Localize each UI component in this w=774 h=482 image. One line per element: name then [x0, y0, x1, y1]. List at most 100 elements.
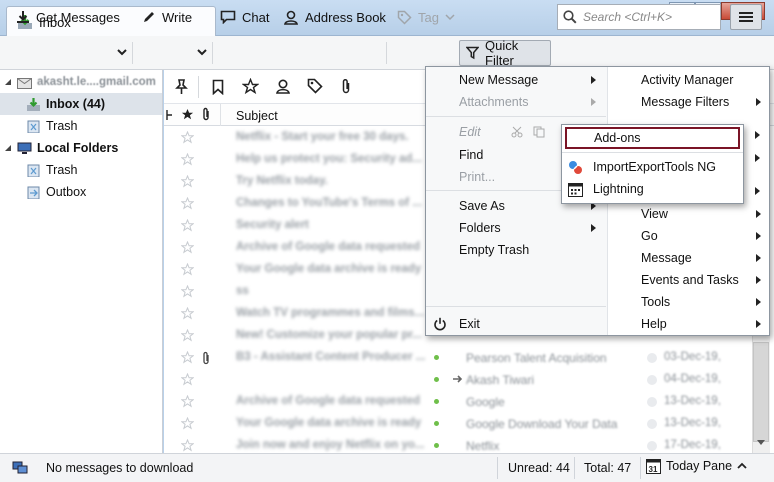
star-icon[interactable] [181, 395, 194, 408]
menu-go[interactable]: Go [608, 225, 768, 247]
write-dropdown[interactable] [196, 44, 208, 60]
inbox-icon [26, 97, 41, 111]
tag-button[interactable]: Tag [391, 4, 461, 30]
folder-trash[interactable]: Trash [0, 115, 162, 137]
table-row[interactable]: Akash Tiwari 04-Dec-19, [164, 369, 764, 391]
star-icon[interactable] [181, 131, 194, 144]
read-status-dot-icon[interactable] [647, 397, 657, 407]
menu-separator [426, 306, 606, 307]
menu-message[interactable]: Message [608, 247, 768, 269]
star-icon[interactable] [181, 307, 194, 320]
save-as-label: Save As [459, 199, 505, 213]
menu-events-tasks[interactable]: Events and Tasks [608, 269, 768, 291]
menu-hidden-item-arrow[interactable] [745, 147, 767, 169]
lightning-label: Lightning [593, 182, 644, 196]
submenu-arrow-icon [756, 298, 761, 306]
get-messages-label: Get Messages [36, 9, 120, 25]
folder-inbox[interactable]: Inbox (44) [0, 93, 162, 115]
star-icon[interactable] [181, 329, 194, 342]
contact-filter-icon[interactable] [275, 78, 291, 95]
table-row[interactable]: Your Google data archive is ready Google … [164, 413, 764, 435]
row-subject: Netflix - Start your free 30 days. [236, 131, 409, 143]
power-icon [433, 317, 447, 331]
address-book-button[interactable]: Address Book [277, 4, 392, 30]
submenu-arrow-icon [756, 98, 761, 106]
import-export-icon [568, 160, 583, 175]
status-bar: No messages to download Unread: 44 Total… [0, 453, 774, 482]
chat-label: Chat [242, 9, 270, 25]
menu-hidden-item-arrow[interactable] [745, 180, 767, 202]
menu-view[interactable]: View [608, 203, 768, 225]
thread-column-icon[interactable] [166, 109, 174, 121]
quick-filter-button[interactable]: Quick Filter [459, 38, 551, 68]
folder-local-trash[interactable]: Trash [0, 159, 162, 181]
lightning-calendar-icon [568, 182, 583, 197]
write-button[interactable]: Write [136, 4, 198, 30]
star-icon[interactable] [181, 153, 194, 166]
star-icon[interactable] [181, 197, 194, 210]
app-menu-button[interactable] [730, 4, 762, 30]
star-icon[interactable] [181, 241, 194, 254]
star-icon[interactable] [181, 175, 194, 188]
local-folders-label: Local Folders [37, 141, 119, 155]
scroll-down-arrow-icon[interactable] [755, 438, 767, 448]
search-input[interactable]: Search <Ctrl+K> [557, 4, 721, 30]
addons-highlight-box [565, 127, 740, 149]
folder-local-folders[interactable]: Local Folders [0, 137, 162, 159]
menu-addons-arrow[interactable] [745, 124, 767, 146]
cut-icon [511, 126, 523, 138]
attachment-filter-icon[interactable] [340, 78, 352, 95]
menu-import-export-tools[interactable]: ImportExportTools NG [566, 156, 742, 178]
attachment-column-icon[interactable] [201, 107, 211, 122]
computer-icon [17, 142, 32, 155]
get-messages-dropdown[interactable] [116, 44, 128, 60]
scrollbar-thumb[interactable] [753, 342, 769, 442]
starred-filter-icon[interactable] [242, 78, 259, 95]
table-row[interactable]: B3 - Assistant Content Producer ... Pears… [164, 347, 764, 369]
table-row[interactable]: Archive of Google data requested Google 13… [164, 391, 764, 413]
network-status-icon[interactable] [12, 461, 28, 475]
menu-folders[interactable]: Folders [426, 217, 606, 239]
star-icon[interactable] [181, 417, 194, 430]
star-icon[interactable] [181, 351, 194, 364]
read-status-dot-icon[interactable] [647, 375, 657, 385]
menu-empty-trash[interactable]: Empty Trash [426, 239, 606, 261]
submenu-arrow-icon [755, 154, 760, 162]
star-icon[interactable] [181, 439, 194, 452]
folder-account[interactable]: akasht.le....gmail.com [0, 71, 162, 93]
star-icon[interactable] [181, 219, 194, 232]
menu-exit[interactable]: Exit [426, 313, 606, 335]
chat-button[interactable]: Chat [214, 4, 275, 30]
row-subject: B3 - Assistant Content Producer ... [236, 351, 426, 363]
toolbar-divider [212, 42, 213, 64]
total-count: Total: 47 [584, 461, 632, 475]
subject-column-header[interactable]: Subject [236, 109, 278, 123]
sticky-pin-icon[interactable] [174, 79, 189, 95]
star-column-icon[interactable] [181, 108, 194, 121]
menu-activity-manager[interactable]: Activity Manager [608, 69, 768, 91]
menu-attachments: Attachments [426, 91, 606, 113]
read-status-dot-icon[interactable] [647, 353, 657, 363]
get-messages-icon [16, 10, 30, 24]
star-icon[interactable] [181, 373, 194, 386]
outbox-icon [26, 186, 41, 199]
row-subject: Watch TV programmes and films... [236, 307, 425, 319]
menu-help[interactable]: Help [608, 313, 768, 335]
read-status-dot-icon[interactable] [647, 441, 657, 451]
tag-filter-icon[interactable] [307, 78, 323, 94]
menu-new-message[interactable]: New Message [426, 69, 606, 91]
menu-tools[interactable]: Tools [608, 291, 768, 313]
folder-outbox[interactable]: Outbox [0, 181, 162, 203]
row-date: 17-Dec-19, [664, 439, 721, 451]
unread-filter-icon[interactable] [212, 79, 224, 95]
get-messages-button[interactable]: Get Messages [10, 4, 126, 30]
today-pane-button[interactable]: 31 Today Pane [646, 458, 747, 474]
pencil-icon [142, 10, 156, 24]
menu-lightning[interactable]: Lightning [566, 178, 742, 200]
star-icon[interactable] [181, 285, 194, 298]
star-icon[interactable] [181, 263, 194, 276]
read-status-dot-icon[interactable] [647, 419, 657, 429]
quick-filter-label: Quick Filter [485, 38, 519, 68]
divider [198, 76, 199, 98]
menu-message-filters[interactable]: Message Filters [608, 91, 768, 113]
